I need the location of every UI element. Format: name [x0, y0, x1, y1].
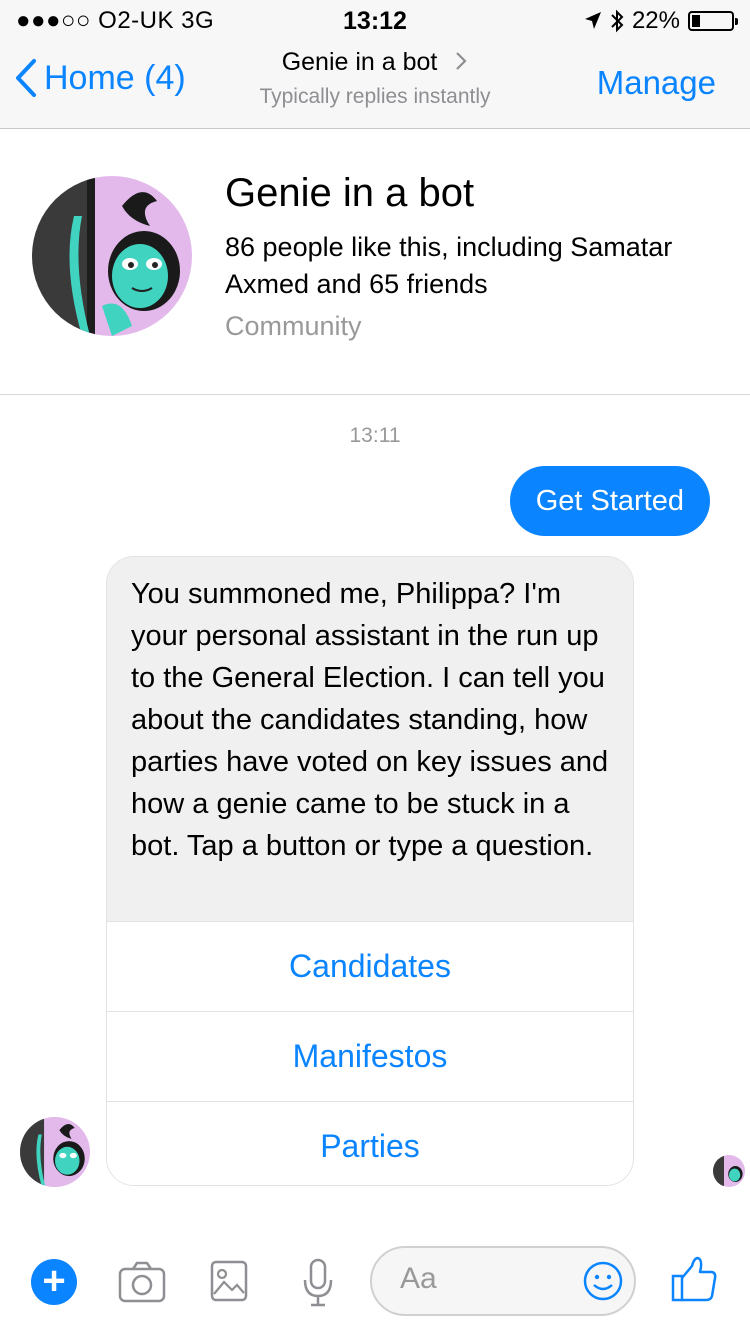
plus-button[interactable]: +	[31, 1259, 77, 1305]
chevron-right-icon	[456, 52, 467, 70]
composer-bar: + Aa	[0, 1240, 750, 1334]
genie-avatar-image	[713, 1155, 745, 1187]
outgoing-message: Get Started	[509, 466, 710, 536]
read-receipt-avatar	[713, 1155, 745, 1187]
battery-level	[692, 15, 701, 27]
status-bar: ●●●○○ O2-UK 3G 13:12 22%	[0, 0, 750, 40]
quick-reply-manifestos[interactable]: Manifestos	[107, 1011, 633, 1101]
bot-avatar[interactable]	[20, 1117, 90, 1187]
emoji-icon[interactable]	[582, 1260, 624, 1302]
nav-bar: Home (4) Genie in a bot Typically replie…	[0, 40, 750, 129]
location-icon	[584, 12, 601, 29]
battery-percent: 22%	[631, 7, 680, 34]
manage-button[interactable]: Manage	[597, 64, 716, 102]
page-name: Genie in a bot	[225, 171, 475, 215]
quick-reply-candidates[interactable]: Candidates	[107, 921, 633, 1011]
nav-title: Genie in a bot	[281, 48, 438, 76]
quick-reply-parties[interactable]: Parties	[107, 1101, 633, 1185]
bot-message-card: You summoned me, Philippa? I'm your pers…	[106, 556, 634, 1186]
page-header: Genie in a bot 86 people like this, incl…	[0, 129, 750, 395]
genie-avatar-image	[20, 1117, 90, 1187]
bluetooth-icon	[611, 9, 624, 33]
incoming-message: You summoned me, Philippa? I'm your pers…	[107, 557, 633, 921]
camera-icon[interactable]	[118, 1261, 166, 1303]
page-avatar[interactable]	[32, 176, 192, 336]
like-thumb-icon[interactable]	[670, 1254, 718, 1304]
status-right: 22%	[584, 7, 738, 35]
page-likes: 86 people like this, including Samatar A…	[225, 232, 673, 299]
message-input[interactable]: Aa	[370, 1246, 636, 1316]
message-timestamp: 13:11	[349, 424, 401, 447]
message-placeholder: Aa	[400, 1262, 437, 1295]
gallery-icon[interactable]	[210, 1260, 248, 1302]
page-category: Community	[225, 311, 362, 341]
battery-icon	[688, 11, 738, 31]
genie-avatar-image	[32, 176, 192, 336]
microphone-icon[interactable]	[302, 1258, 334, 1308]
